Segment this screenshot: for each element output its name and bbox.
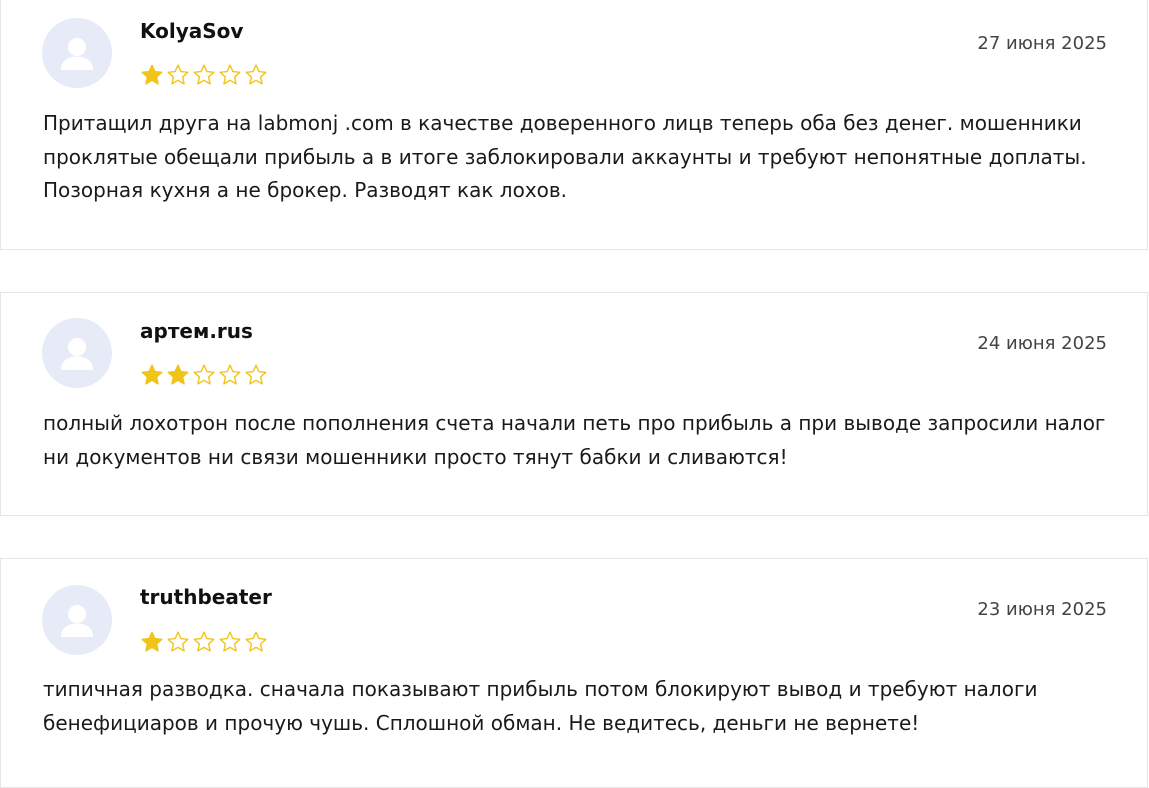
star-filled-icon: [167, 364, 189, 385]
review-card: truthbeater 23 июня 2025 типичная развод…: [0, 558, 1148, 788]
review-author[interactable]: KolyaSov: [140, 19, 243, 43]
star-empty-icon: [193, 631, 215, 652]
star-empty-icon: [167, 64, 189, 85]
star-empty-icon: [219, 631, 241, 652]
star-filled-icon: [141, 631, 163, 652]
star-empty-icon: [167, 631, 189, 652]
review-text: Притащил друга на labmonj .com в качеств…: [43, 111, 1087, 202]
star-filled-icon: [141, 64, 163, 85]
star-filled-icon: [141, 364, 163, 385]
review-text: полный лохотрон после пополнения счета н…: [43, 411, 1106, 469]
star-empty-icon: [219, 64, 241, 85]
review-text: типичная разводка. сначала показывают пр…: [43, 677, 1038, 735]
review-card: KolyaSov 27 июня 2025 Притащил друга на …: [0, 0, 1148, 250]
star-empty-icon: [245, 631, 267, 652]
star-empty-icon: [193, 364, 215, 385]
review-author[interactable]: артем.rus: [140, 319, 253, 343]
user-avatar-icon: [42, 18, 112, 88]
review-date: 27 июня 2025: [977, 33, 1107, 54]
review-card: артем.rus 24 июня 2025 полный лохотрон п…: [0, 292, 1148, 516]
user-avatar-icon: [42, 585, 112, 655]
star-empty-icon: [193, 64, 215, 85]
star-empty-icon: [245, 64, 267, 85]
rating-stars: [140, 63, 268, 87]
review-date: 24 июня 2025: [977, 333, 1107, 354]
user-avatar-icon: [42, 318, 112, 388]
review-date: 23 июня 2025: [977, 599, 1107, 620]
rating-stars: [140, 363, 268, 387]
star-empty-icon: [219, 364, 241, 385]
star-empty-icon: [245, 364, 267, 385]
rating-stars: [140, 630, 268, 654]
review-author[interactable]: truthbeater: [140, 585, 272, 609]
